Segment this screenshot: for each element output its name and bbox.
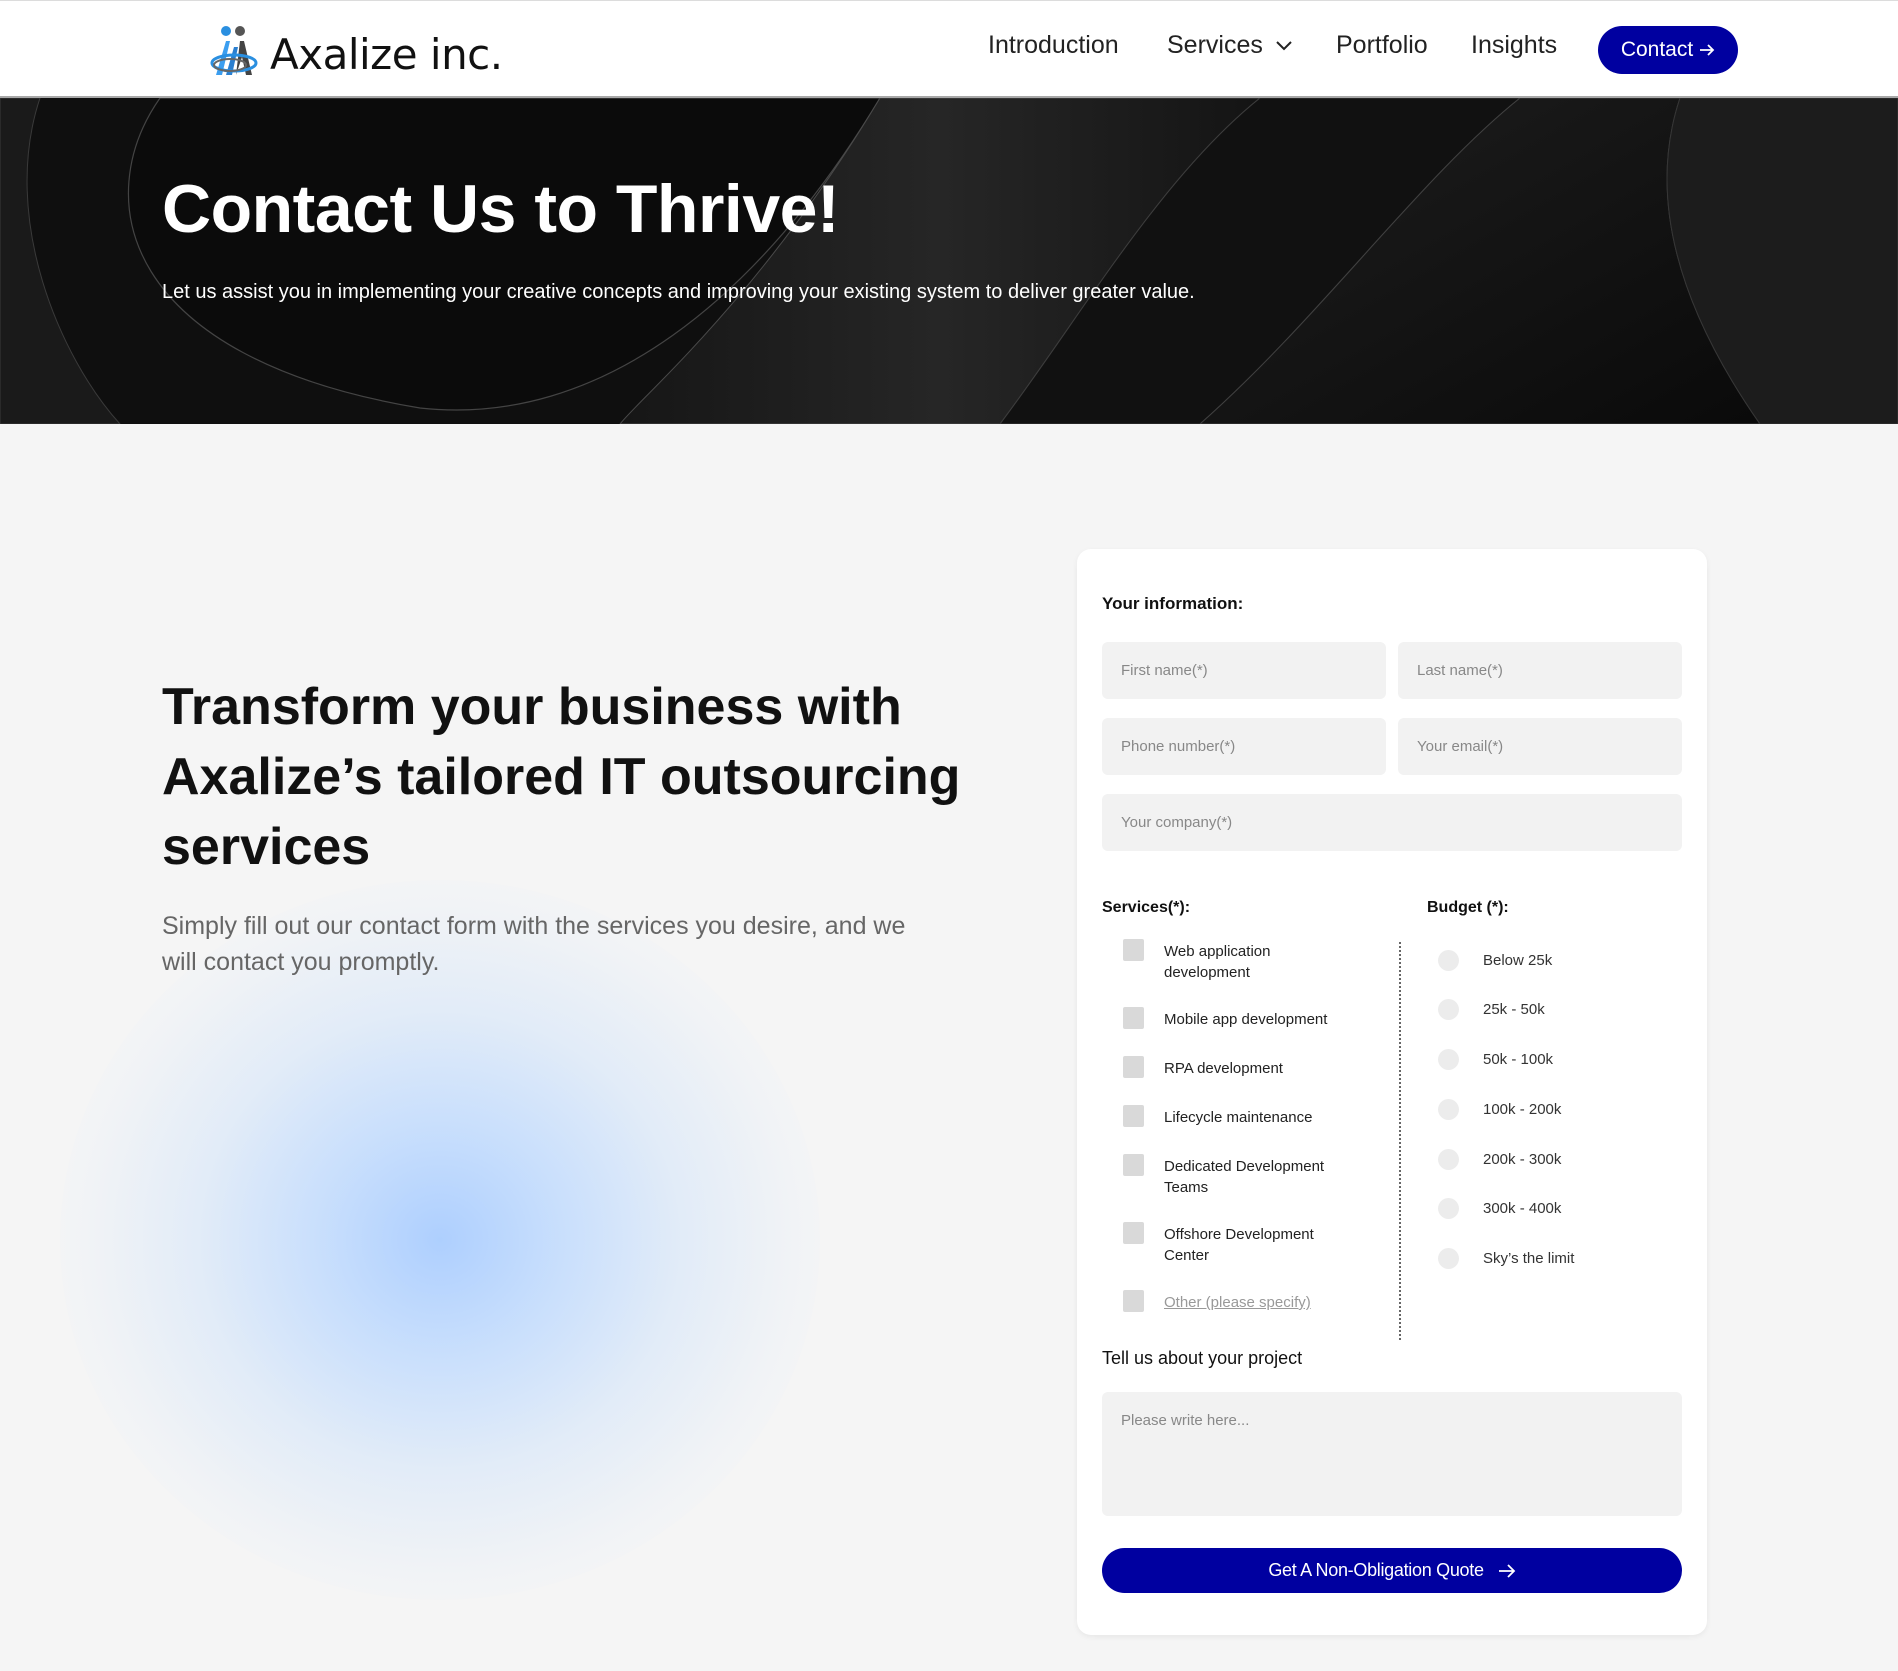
services-label: Services(*): (1102, 899, 1191, 916)
service-option-offshore-center[interactable]: Offshore Development Center (1123, 1222, 1354, 1266)
radio-button[interactable] (1438, 1049, 1459, 1070)
service-option-web-app[interactable]: Web application development (1123, 939, 1354, 983)
checkbox[interactable] (1123, 1105, 1144, 1127)
radio-button[interactable] (1438, 950, 1459, 971)
budget-option-label: Below 25k (1483, 952, 1553, 969)
intro-heading: Transform your business with Axalize’s t… (162, 678, 961, 876)
hero-subtitle: Let us assist you in implementing your c… (162, 281, 1195, 303)
last-name-field[interactable] (1398, 642, 1682, 699)
nav-services[interactable]: Services (1167, 31, 1293, 60)
service-option-label: Mobile app development (1164, 1011, 1328, 1028)
email-field[interactable] (1398, 718, 1682, 775)
site-header: Axalize inc. Introduction Services Portf… (0, 0, 1898, 98)
arrow-right-icon (1700, 44, 1715, 56)
checkbox[interactable] (1123, 1290, 1144, 1312)
chevron-down-icon (1276, 40, 1292, 50)
budget-option-200k-300k[interactable]: 200k - 300k (1438, 1149, 1561, 1170)
budget-option-100k-200k[interactable]: 100k - 200k (1438, 1099, 1561, 1120)
checkbox[interactable] (1123, 939, 1144, 961)
your-information-label: Your information: (1102, 594, 1244, 613)
radio-button[interactable] (1438, 1099, 1459, 1120)
hero-banner: Contact Us to Thrive! Let us assist you … (0, 98, 1898, 424)
service-option-rpa[interactable]: RPA development (1123, 1056, 1354, 1079)
nav-portfolio[interactable]: Portfolio (1336, 31, 1428, 60)
budget-option-label: 25k - 50k (1483, 1001, 1545, 1018)
radio-button[interactable] (1438, 999, 1459, 1020)
project-description-label: Tell us about your project (1102, 1348, 1303, 1368)
service-option-label: Other (please specify) (1164, 1294, 1311, 1311)
radio-button[interactable] (1438, 1198, 1459, 1219)
budget-option-50k-100k[interactable]: 50k - 100k (1438, 1049, 1553, 1070)
budget-option-label: 200k - 300k (1483, 1151, 1562, 1168)
service-option-mobile-app[interactable]: Mobile app development (1123, 1007, 1354, 1030)
budget-option-300k-400k[interactable]: 300k - 400k (1438, 1198, 1561, 1219)
logo[interactable]: Axalize inc. (208, 21, 503, 81)
get-quote-button[interactable]: Get A Non-Obligation Quote (1102, 1548, 1682, 1593)
radio-button[interactable] (1438, 1248, 1459, 1269)
nav-insights[interactable]: Insights (1471, 31, 1557, 60)
nav-introduction-label: Introduction (988, 31, 1119, 59)
service-option-lifecycle[interactable]: Lifecycle maintenance (1123, 1105, 1354, 1128)
intro-subtext: Simply fill out our contact form with th… (162, 912, 906, 976)
nav-portfolio-label: Portfolio (1336, 31, 1428, 59)
logo-mark-icon (210, 26, 258, 75)
budget-option-label: Sky’s the limit (1483, 1250, 1575, 1267)
hero-title: Contact Us to Thrive! (162, 171, 840, 247)
budget-option-label: 100k - 200k (1483, 1101, 1562, 1118)
phone-number-field[interactable] (1102, 718, 1386, 775)
nav-introduction[interactable]: Introduction (988, 31, 1119, 60)
service-option-dedicated-teams[interactable]: Dedicated Development Teams (1123, 1154, 1354, 1198)
get-quote-button-label: Get A Non-Obligation Quote (1268, 1560, 1484, 1580)
nav-services-label: Services (1167, 31, 1263, 59)
budget-option-25k-50k[interactable]: 25k - 50k (1438, 999, 1545, 1020)
service-option-label: RPA development (1164, 1060, 1283, 1077)
nav-insights-label: Insights (1471, 31, 1558, 59)
checkbox[interactable] (1123, 1154, 1144, 1176)
checkbox[interactable] (1123, 1222, 1144, 1244)
budget-option-sky-limit[interactable]: Sky’s the limit (1438, 1248, 1574, 1269)
first-name-field[interactable] (1102, 642, 1386, 699)
arrow-right-icon (1498, 1563, 1515, 1578)
service-option-label: Lifecycle maintenance (1164, 1109, 1313, 1126)
service-option-other[interactable]: Other (please specify) (1123, 1290, 1354, 1313)
service-option-label: Dedicated Development Teams (1164, 1158, 1325, 1196)
dotted-divider (1399, 942, 1401, 1340)
budget-option-label: 50k - 100k (1483, 1051, 1554, 1068)
contact-button[interactable]: Contact (1598, 26, 1738, 74)
company-field[interactable] (1102, 794, 1682, 851)
checkbox[interactable] (1123, 1007, 1144, 1029)
contact-form-card: Your information: Services(*): Budget (*… (1077, 549, 1707, 1635)
budget-option-below-25k[interactable]: Below 25k (1438, 950, 1552, 971)
contact-button-label: Contact (1620, 38, 1694, 61)
checkbox[interactable] (1123, 1056, 1144, 1078)
service-option-label: Web application development (1164, 943, 1271, 981)
budget-label: Budget (*): (1427, 899, 1509, 916)
hero-background-waves (0, 98, 1898, 424)
radio-button[interactable] (1438, 1149, 1459, 1170)
decorative-blue-glow (60, 880, 820, 1600)
budget-option-label: 300k - 400k (1483, 1200, 1562, 1217)
logo-text: Axalize inc. (270, 29, 503, 79)
project-description-textarea[interactable] (1102, 1392, 1682, 1516)
service-option-label: Offshore Development Center (1164, 1226, 1314, 1264)
